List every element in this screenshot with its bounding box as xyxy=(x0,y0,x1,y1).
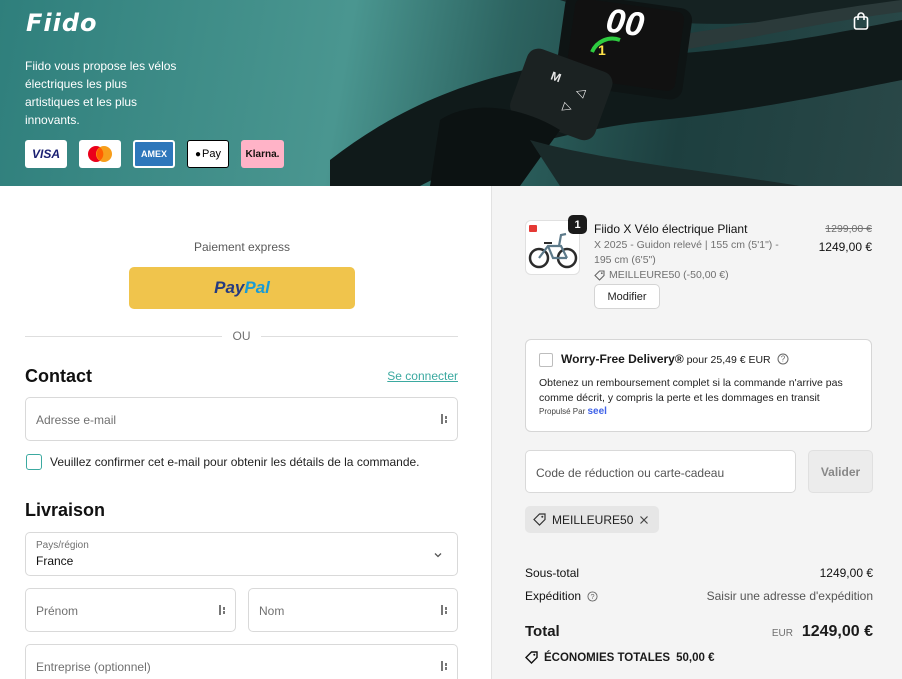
worry-free-powered-by: Propulsé Par seel xyxy=(539,406,607,417)
shipping-value: Saisir une adresse d'expédition xyxy=(706,589,873,603)
seel-logo: seel xyxy=(587,406,607,417)
display-level: 1 xyxy=(598,42,606,58)
header-banner: 00 1 M ◁ ▷ Fiido Fiido vous propose les … xyxy=(0,0,902,186)
paypal-button[interactable]: Pay Pal xyxy=(129,267,355,309)
last-name-placeholder: Nom xyxy=(259,604,285,618)
password-manager-icon[interactable] xyxy=(439,604,451,616)
powered-by-label: Propulsé Par xyxy=(539,407,586,416)
savings-label: ÉCONOMIES TOTALES xyxy=(544,651,671,664)
product-variant: X 2025 - Guidon relevé | 155 cm (5'1") -… xyxy=(594,239,779,266)
login-link[interactable]: Se connecter xyxy=(387,369,458,383)
help-circle-icon[interactable]: ? xyxy=(777,353,789,365)
contact-heading: Contact xyxy=(25,366,92,386)
discount-placeholder: Code de réduction ou carte-cadeau xyxy=(536,466,725,480)
email-field[interactable]: Adresse e-mail xyxy=(25,397,458,441)
help-circle-icon[interactable]: ? xyxy=(587,591,598,602)
tag-icon xyxy=(525,651,538,664)
applied-discount-tag: MEILLEURE50 xyxy=(525,506,660,533)
worry-free-price: pour 25,49 € EUR xyxy=(683,354,771,366)
tag-icon xyxy=(594,269,605,281)
svg-text:?: ? xyxy=(591,592,595,601)
total-currency: EUR xyxy=(771,628,793,639)
apply-discount-button[interactable]: Valider xyxy=(808,450,873,493)
password-manager-icon[interactable] xyxy=(217,604,229,616)
apple-pay-icon: ● Pay xyxy=(187,140,229,168)
password-manager-icon[interactable] xyxy=(439,413,451,425)
confirm-email-label: Veuillez confirmer cet e-mail pour obten… xyxy=(50,455,420,469)
worry-free-delivery-box: Worry-Free Delivery® pour 25,49 € EUR ? … xyxy=(525,339,872,432)
savings-value: 50,00 € xyxy=(676,651,715,664)
express-checkout-title: Paiement express xyxy=(193,240,291,254)
country-select[interactable]: Pays/région France xyxy=(25,532,458,576)
confirm-email-checkbox[interactable] xyxy=(26,454,42,470)
last-name-field[interactable]: Nom xyxy=(248,588,458,632)
first-name-field[interactable]: Prénom xyxy=(25,588,236,632)
chevron-down-icon xyxy=(434,553,442,558)
tag-icon xyxy=(533,513,546,526)
amex-card-icon: AMEX xyxy=(133,140,175,168)
discount-code-input[interactable]: Code de réduction ou carte-cadeau xyxy=(525,450,796,493)
worry-free-title: Worry-Free Delivery® pour 25,49 € EUR ? xyxy=(561,352,789,366)
paypal-pay-text: Pay xyxy=(214,278,245,297)
worry-free-body: Obtenez un remboursement complet si la c… xyxy=(539,377,843,404)
email-placeholder: Adresse e-mail xyxy=(36,413,117,427)
product-discount: MEILLEURE50 (-50,00 €) xyxy=(594,269,729,281)
worry-free-checkbox[interactable] xyxy=(539,353,553,367)
visa-card-icon: VISA xyxy=(25,140,67,168)
mastercard-icon xyxy=(79,140,121,168)
total-label: Total xyxy=(525,623,560,640)
shipping-label: Expédition xyxy=(525,589,582,603)
original-price: 1299,00 € xyxy=(825,223,872,235)
subtotal-label: Sous-total xyxy=(525,566,580,580)
shipping-row: Expédition ? Saisir une adresse d'expédi… xyxy=(525,589,873,603)
subtotal-value: 1249,00 € xyxy=(819,566,873,580)
subtotal-row: Sous-total 1249,00 € xyxy=(525,566,873,580)
klarna-icon: Klarna. xyxy=(241,140,284,168)
worry-free-title-text: Worry-Free Delivery® xyxy=(561,352,684,366)
country-label: Pays/région xyxy=(36,540,89,551)
product-discount-text: MEILLEURE50 (-50,00 €) xyxy=(609,269,729,281)
first-name-placeholder: Prénom xyxy=(36,604,79,618)
tagline: Fiido vous propose les vélos électriques… xyxy=(25,59,177,127)
delivery-heading: Livraison xyxy=(25,500,106,520)
or-divider: OU xyxy=(25,329,458,343)
or-label: OU xyxy=(232,329,251,343)
country-value: France xyxy=(36,554,74,568)
payment-methods: VISA AMEX ● Pay Klarna. xyxy=(25,140,284,168)
quantity-badge: 1 xyxy=(568,215,587,234)
company-field[interactable]: Entreprise (optionnel) xyxy=(25,644,458,679)
total-value: 1249,00 € xyxy=(801,623,873,640)
applied-discount-code: MEILLEURE50 xyxy=(552,512,634,527)
paypal-pal-text: Pal xyxy=(244,278,270,297)
shopping-bag-icon[interactable] xyxy=(851,11,871,31)
svg-text:?: ? xyxy=(781,355,786,364)
checkout-form: Paiement express Pay Pal OU Contact Se co… xyxy=(0,186,491,679)
company-placeholder: Entreprise (optionnel) xyxy=(36,660,151,674)
order-summary: 1 Fiido X Vélo électrique Pliant X 2025 … xyxy=(491,186,902,679)
password-manager-icon[interactable] xyxy=(439,660,451,672)
total-row: Total EUR 1249,00 € xyxy=(525,623,873,641)
modify-button[interactable]: Modifier xyxy=(594,284,660,309)
total-savings: ÉCONOMIES TOTALES 50,00 € xyxy=(525,651,714,664)
remove-discount-icon[interactable] xyxy=(639,515,649,525)
discounted-price: 1249,00 € xyxy=(818,240,872,254)
display-speed: 00 xyxy=(603,1,647,45)
product-name: Fiido X Vélo électrique Pliant xyxy=(594,222,748,236)
fiido-logo[interactable]: Fiido xyxy=(26,9,98,37)
